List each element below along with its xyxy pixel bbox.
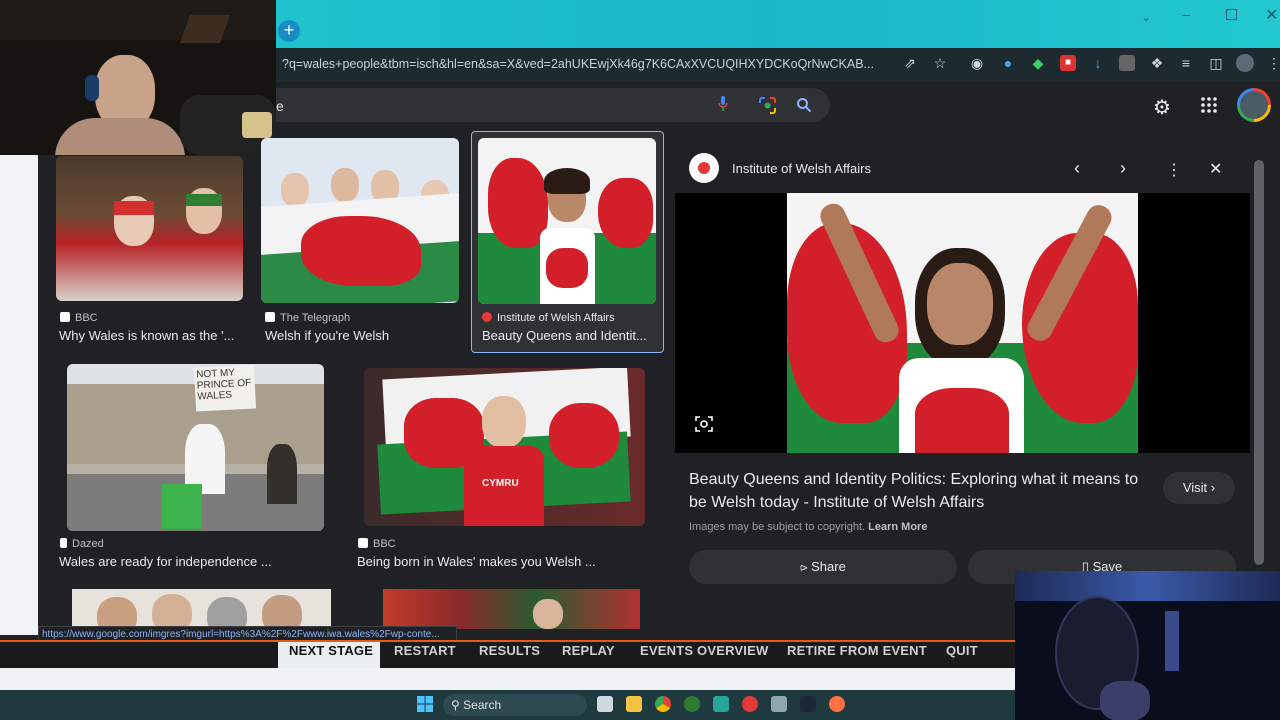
profile-avatar[interactable] [1236,54,1254,72]
minimize-button[interactable]: – [1182,6,1190,22]
webcam-overlay [0,0,276,155]
app-green-icon[interactable] [713,696,729,712]
result-caption-5[interactable]: Being born in Wales' makes you Welsh ... [357,554,647,569]
app-red-icon[interactable] [742,696,758,712]
google-apps-icon[interactable] [1201,97,1217,113]
search-icon: ⚲ [451,698,460,712]
google-account-avatar[interactable] [1237,88,1271,122]
result-image-7[interactable] [383,589,640,629]
search-icon[interactable] [796,97,812,113]
extensions-puzzle-icon[interactable]: ❖ [1149,55,1165,71]
download-icon[interactable]: ↓ [1090,55,1106,71]
result-source-4[interactable]: Dazed [60,538,104,550]
result-image-5[interactable]: CYMRU [364,368,645,526]
reading-list-icon[interactable]: ≡ [1178,55,1194,71]
next-result-icon[interactable]: › [1120,158,1126,179]
task-view-icon[interactable] [597,696,613,712]
iwa-site-icon [689,153,719,183]
result-caption-2[interactable]: Welsh if you're Welsh [265,328,455,343]
game-menu-restart[interactable]: RESTART [394,643,456,658]
extension-shield-icon[interactable]: ◆ [1030,55,1046,71]
scrollbar-thumb[interactable] [1254,160,1264,565]
bbc-favicon-icon [358,538,368,548]
page-margin [0,155,38,635]
copyright-notice: Images may be subject to copyright. Lear… [689,521,928,533]
result-image-3[interactable] [478,138,656,304]
side-panel-icon[interactable]: ◫ [1208,55,1224,71]
result-source-2[interactable]: The Telegraph [265,312,350,324]
result-source-1[interactable]: BBC [60,312,98,324]
share-icon: ⪧ [800,559,808,574]
jersey-text: CYMRU [482,478,519,489]
extension-blue-icon[interactable]: ● [1000,55,1016,71]
share-page-icon[interactable]: ⇗ [902,55,918,71]
dazed-favicon-icon [60,538,67,548]
maximize-button[interactable] [1226,9,1237,20]
voice-search-icon[interactable] [718,96,728,112]
result-caption-1[interactable]: Why Wales is known as the '... [59,328,249,343]
bbc-favicon-icon [60,312,70,322]
preview-image[interactable] [787,193,1138,453]
panel-site-name[interactable]: Institute of Welsh Affairs [732,161,871,176]
more-options-icon[interactable]: ⋮ [1166,160,1182,180]
extension-grey-icon[interactable] [1119,55,1135,71]
telegraph-favicon-icon [265,312,275,322]
taskbar-search[interactable]: ⚲ Search [443,694,587,716]
panel-title[interactable]: Beauty Queens and Identity Politics: Exp… [689,468,1149,514]
settings-gear-icon[interactable]: ⚙ [1153,95,1171,120]
protest-sign: NOT MY PRINCE OF WALES [193,364,257,412]
bookmark-star-icon[interactable]: ☆ [932,55,948,71]
game-menu-retire-from-event[interactable]: RETIRE FROM EVENT [787,643,927,658]
app-orange-icon[interactable] [829,696,845,712]
new-tab-button[interactable]: + [278,20,300,42]
lens-search-icon[interactable] [759,97,776,114]
xbox-icon[interactable] [684,696,700,712]
result-caption-4[interactable]: Wales are ready for independence ... [59,554,324,569]
windows-start-icon[interactable] [417,696,433,712]
chevron-right-icon: › [1210,480,1216,495]
result-caption-3[interactable]: Beauty Queens and Identit... [482,328,654,343]
steam-icon[interactable] [800,696,816,712]
previous-result-icon[interactable]: ‹ [1074,158,1080,179]
result-image-6[interactable] [72,589,331,629]
cockpit-camera-overlay [1015,571,1280,720]
result-image-4[interactable]: NOT MY PRINCE OF WALES [67,364,324,531]
game-menu-events-overview[interactable]: EVENTS OVERVIEW [640,643,768,658]
chrome-icon[interactable] [655,696,671,712]
result-image-2[interactable] [261,138,459,303]
extension-glasses-icon[interactable]: ◉ [969,55,985,71]
search-box[interactable] [258,88,830,122]
visit-button[interactable]: Visit › [1163,472,1235,504]
tab-search-icon[interactable]: ⌄ [1141,10,1151,24]
plus-icon: + [283,20,295,40]
iwa-favicon-icon [482,312,492,322]
close-panel-icon[interactable]: ✕ [1209,159,1222,179]
url-text[interactable]: ?q=wales+people&tbm=isch&hl=en&sa=X&ved=… [282,57,892,71]
lens-visual-search-icon[interactable] [695,415,713,433]
app-grey-icon[interactable] [771,696,787,712]
result-source-3[interactable]: Institute of Welsh Affairs [482,312,615,324]
search-query[interactable]: e [276,98,284,114]
share-button[interactable]: ⪧ Share [689,550,957,584]
result-source-5[interactable]: BBC [358,538,396,550]
game-menu-quit[interactable]: QUIT [946,643,978,658]
learn-more-link[interactable]: Learn More [868,521,927,533]
game-menu-next-stage[interactable]: NEXT STAGE [289,643,373,658]
browser-menu-icon[interactable]: ⋮ [1266,55,1280,71]
result-image-1[interactable] [56,156,243,301]
game-menu-replay[interactable]: REPLAY [562,643,615,658]
close-window-button[interactable]: ✕ [1265,5,1278,25]
extension-red-icon[interactable]: ■ [1060,55,1076,71]
game-menu-results[interactable]: RESULTS [479,643,540,658]
file-explorer-icon[interactable] [626,696,642,712]
